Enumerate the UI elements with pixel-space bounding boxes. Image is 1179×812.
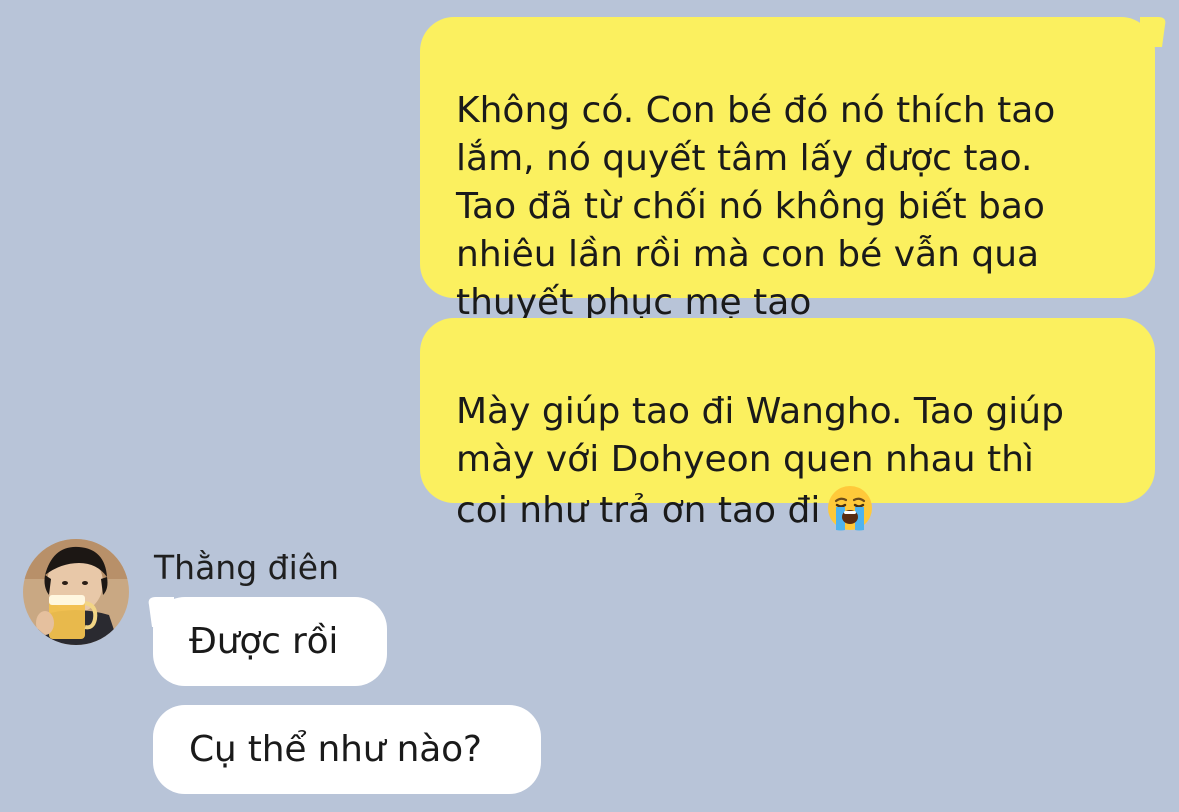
contact-avatar[interactable] [23, 539, 129, 645]
outgoing-message-bubble[interactable]: Mày giúp tao đi Wangho. Tao giúp mày với… [420, 318, 1155, 531]
message-text: Mày giúp tao đi Wangho. Tao giúp mày với… [456, 391, 1064, 531]
message-text: Không có. Con bé đó nó thích tao lắm, nó… [456, 90, 1056, 323]
bubble-tail [1140, 17, 1166, 47]
outgoing-message-bubble[interactable]: Không có. Con bé đó nó thích tao lắm, nó… [420, 17, 1155, 323]
chat-thread[interactable]: Không có. Con bé đó nó thích tao lắm, nó… [0, 0, 1179, 812]
message-text: Cụ thể như nào? [189, 729, 482, 770]
incoming-message-bubble[interactable]: Cụ thể như nào? [153, 705, 541, 794]
message-text: Được rồi [189, 621, 339, 662]
incoming-message-bubble[interactable]: Được rồi [153, 597, 387, 686]
bubble-tail [148, 597, 174, 627]
loudly-crying-face-emoji [826, 484, 874, 532]
sender-name: Thằng điên [154, 548, 339, 587]
